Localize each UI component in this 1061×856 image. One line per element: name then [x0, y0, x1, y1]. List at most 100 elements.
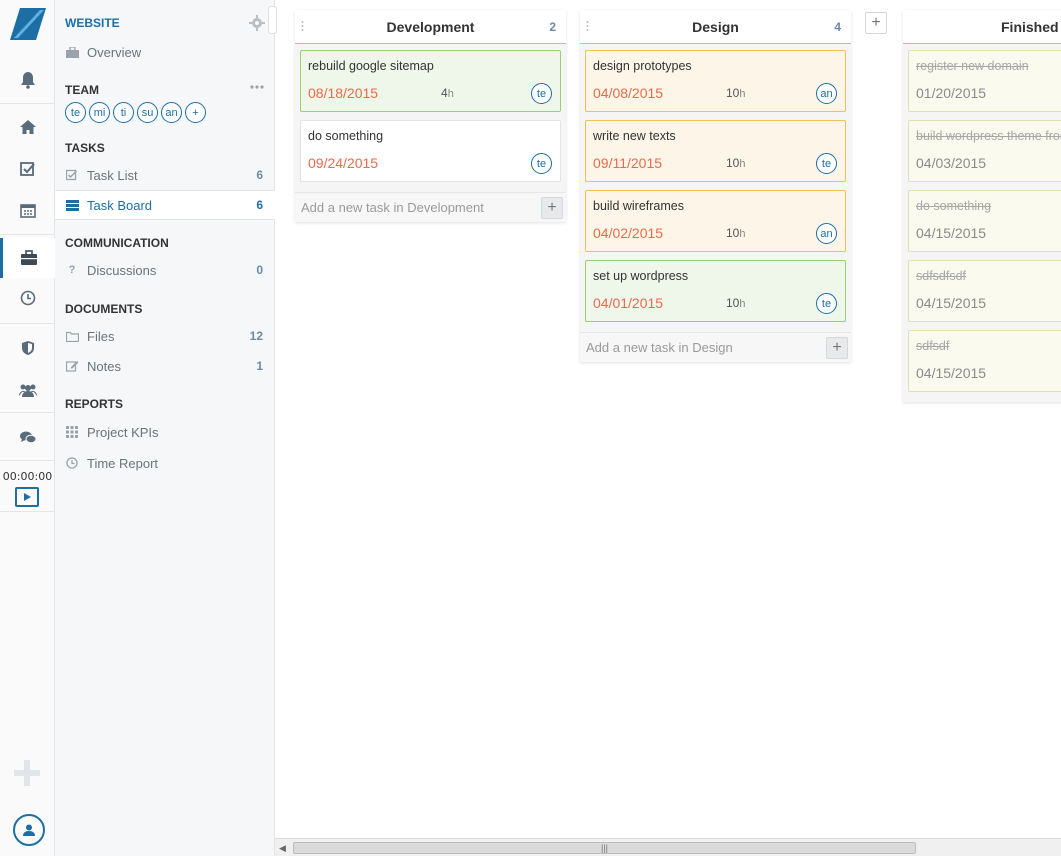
reports-header: REPORTS: [65, 397, 124, 411]
member-avatar[interactable]: mi: [89, 102, 110, 123]
timer-play-button[interactable]: [15, 487, 39, 507]
task-count: 6: [256, 168, 263, 182]
task-card[interactable]: design prototypes 04/08/2015 10h an: [585, 50, 846, 112]
sidebar-item-task-board[interactable]: Task Board 6: [55, 190, 275, 220]
calendar-icon: [19, 204, 36, 218]
checkbox-icon: [19, 162, 35, 176]
sidebar-item-discussions[interactable]: ? Discussions 0: [55, 255, 275, 285]
board-column-finished: Finished register new domain 01/20/2015 …: [903, 10, 1061, 402]
board-icon: [65, 199, 79, 211]
task-card[interactable]: register new domain 01/20/2015 10: [908, 50, 1061, 112]
briefcase-icon: [21, 250, 37, 265]
task-estimate: 10h: [726, 226, 746, 240]
shield-icon: [21, 341, 34, 355]
column-header[interactable]: Finished: [903, 10, 1061, 44]
horizontal-scrollbar[interactable]: ◀ |||: [275, 838, 1061, 856]
rail-divider: [0, 234, 55, 235]
column-title: Finished: [1001, 18, 1059, 35]
sidebar-item-overview[interactable]: Overview: [55, 37, 275, 67]
clock-icon: [20, 290, 35, 306]
project-title[interactable]: WEBSITE: [65, 16, 120, 30]
member-avatar[interactable]: su: [137, 102, 158, 123]
assignee-avatar[interactable]: te: [531, 153, 552, 174]
tasks-header: TASKS: [65, 141, 105, 155]
add-task-input[interactable]: Add a new task in Development: [301, 200, 484, 215]
task-card[interactable]: build wordpress theme from 04/03/2015 4: [908, 120, 1061, 182]
security-button[interactable]: [0, 328, 55, 368]
add-column-button[interactable]: +: [865, 12, 887, 34]
sidebar-item-time-report[interactable]: Time Report: [55, 448, 275, 478]
add-task-row[interactable]: Add a new task in Design +: [580, 332, 851, 362]
assignee-avatar[interactable]: an: [816, 223, 837, 244]
column-header[interactable]: Development 2: [295, 10, 566, 44]
task-title: do something: [308, 129, 384, 143]
time-tracking-button[interactable]: [0, 278, 55, 318]
task-due-date: 09/24/2015: [308, 155, 379, 171]
rail-divider: [0, 460, 55, 461]
home-button[interactable]: [0, 107, 55, 147]
task-title: do something: [916, 199, 992, 213]
notifications-button[interactable]: [0, 60, 55, 100]
task-card[interactable]: sdfsdf 04/15/2015: [908, 330, 1061, 392]
task-card[interactable]: write new texts 09/11/2015 10h te: [585, 120, 846, 182]
member-avatar[interactable]: an: [161, 102, 182, 123]
file-count: 12: [249, 329, 263, 343]
sidebar-item-project-kpis[interactable]: Project KPIs: [55, 417, 275, 447]
task-title: register new domain: [916, 59, 1029, 73]
sidebar-item-label: Notes: [87, 358, 121, 374]
scrollbar-thumb[interactable]: |||: [293, 842, 916, 854]
assignee-avatar[interactable]: te: [816, 293, 837, 314]
calendar-button[interactable]: [0, 190, 55, 230]
scroll-left-arrow-icon[interactable]: ◀: [279, 843, 286, 854]
task-due-date: 04/01/2015: [593, 295, 664, 311]
task-due-date: 04/15/2015: [916, 295, 987, 311]
more-options-icon[interactable]: [249, 82, 265, 92]
add-project-icon[interactable]: [14, 760, 40, 786]
task-estimate: 10h: [726, 156, 746, 170]
question-icon: ?: [68, 264, 76, 276]
team-button[interactable]: [0, 370, 55, 410]
column-header[interactable]: Design 4: [580, 10, 851, 44]
chat-icon: [19, 431, 36, 444]
board-column-development: Development 2 rebuild google sitemap 08/…: [295, 10, 566, 222]
grip-icon: |||: [600, 843, 608, 853]
drag-handle-icon[interactable]: [301, 20, 304, 32]
task-due-date: 08/18/2015: [308, 85, 379, 101]
my-tasks-button[interactable]: [0, 149, 55, 189]
add-task-row[interactable]: Add a new task in Development +: [295, 192, 566, 222]
chat-button[interactable]: [0, 418, 55, 458]
user-profile-button[interactable]: [13, 814, 45, 846]
task-card[interactable]: set up wordpress 04/01/2015 10h te: [585, 260, 846, 322]
member-avatar[interactable]: ti: [113, 102, 134, 123]
add-task-input[interactable]: Add a new task in Design: [586, 340, 733, 355]
task-card[interactable]: rebuild google sitemap 08/18/2015 4h te: [300, 50, 561, 112]
projects-button[interactable]: [0, 238, 55, 278]
drag-handle-icon[interactable]: [586, 20, 589, 32]
task-title: build wireframes: [593, 199, 685, 213]
add-task-button[interactable]: +: [541, 197, 563, 219]
sidebar-item-task-list[interactable]: Task List 6: [55, 160, 275, 190]
assignee-avatar[interactable]: te: [531, 83, 552, 104]
documents-header: DOCUMENTS: [65, 302, 143, 316]
task-title: sdfsdf: [916, 339, 950, 353]
add-member-button[interactable]: +: [185, 102, 206, 123]
sidebar-item-notes[interactable]: Notes 1: [55, 351, 275, 381]
timer-display: 00:00:00: [2, 470, 53, 483]
task-card[interactable]: do something 04/15/2015: [908, 190, 1061, 252]
task-card[interactable]: build wireframes 04/02/2015 10h an: [585, 190, 846, 252]
play-icon: [24, 493, 31, 501]
task-estimate: 4: [909, 156, 1061, 170]
column-title: Design: [692, 18, 739, 35]
task-card[interactable]: do something 09/24/2015 te: [300, 120, 561, 182]
app-logo-icon[interactable]: [10, 8, 46, 40]
board-column-design: Design 4 design prototypes 04/08/2015 10…: [580, 10, 851, 362]
assignee-avatar[interactable]: te: [816, 153, 837, 174]
discussion-count: 0: [256, 263, 263, 277]
checkbox-icon: [65, 169, 79, 181]
member-avatar[interactable]: te: [65, 102, 86, 123]
assignee-avatar[interactable]: an: [816, 83, 837, 104]
gear-icon[interactable]: [249, 15, 265, 31]
add-task-button[interactable]: +: [826, 337, 848, 359]
sidebar-item-files[interactable]: Files 12: [55, 321, 275, 351]
task-card[interactable]: sdfsdfsdf 04/15/2015: [908, 260, 1061, 322]
